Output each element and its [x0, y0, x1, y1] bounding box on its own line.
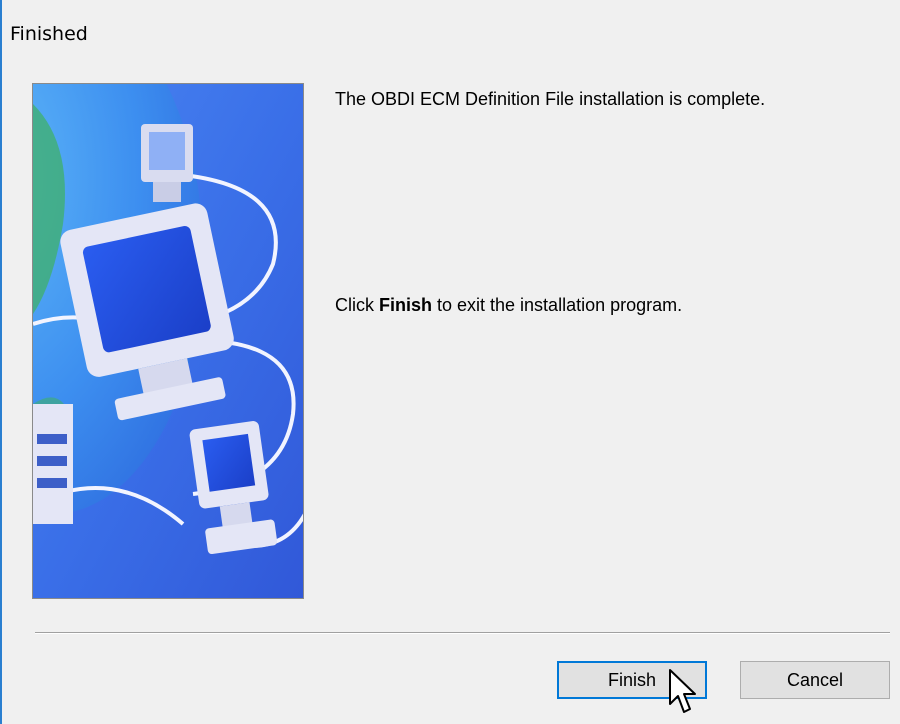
- button-separator: [35, 632, 890, 634]
- exit-instruction: Click Finish to exit the installation pr…: [335, 294, 682, 316]
- finish-button[interactable]: Finish: [557, 661, 707, 699]
- completion-message: The OBDI ECM Definition File installatio…: [335, 89, 766, 109]
- dialog-title: Finished: [10, 23, 88, 45]
- installer-window: Finished The OBDI ECM Definition File in…: [0, 0, 900, 724]
- instruction-finish-keyword: Finish: [379, 295, 432, 315]
- instruction-suffix: to exit the installation program.: [432, 295, 683, 315]
- instruction-prefix: Click: [335, 295, 379, 315]
- cancel-button[interactable]: Cancel: [740, 661, 890, 699]
- networked-computers-illustration: [32, 83, 304, 599]
